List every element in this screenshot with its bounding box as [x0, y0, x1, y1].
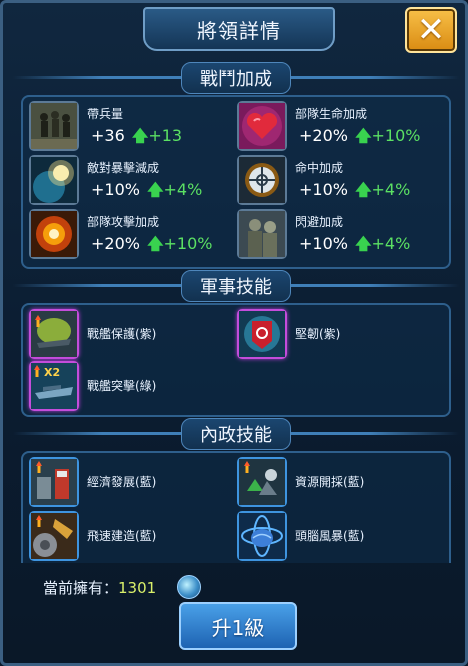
- explosion-icon: [29, 209, 79, 259]
- mining-icon: [237, 457, 287, 507]
- combat-section-header: 戰鬥加成: [13, 61, 459, 95]
- combat-entry-value: +10%: [91, 180, 140, 199]
- details-scroll-area[interactable]: 戰鬥加成 帶兵量 +36 🡅+13 部隊生命加成 +20% 🡅+10% 敵對暴擊…: [13, 61, 459, 563]
- civil-skills-panel: 經濟發展(藍) 資源開採(藍) 飛速建造(藍) 頭腦風暴(藍): [21, 451, 451, 563]
- battleship-x2-icon: X2: [29, 361, 79, 411]
- combat-entry-value-row: +20% 🡅+10%: [91, 233, 212, 260]
- owned-label: 當前擁有：: [43, 579, 119, 597]
- combat-entry-name: 命中加成: [295, 161, 344, 175]
- crosshair-icon: [237, 155, 287, 205]
- combat-entry-value: +36: [91, 126, 125, 145]
- civil-section-title: 內政技能: [181, 418, 291, 450]
- combat-entry-name: 部隊攻擊加成: [87, 215, 160, 229]
- skill-brainstorm[interactable]: 頭腦風暴(藍): [237, 511, 437, 563]
- heart-icon: [237, 101, 287, 151]
- combat-entry-name: 閃避加成: [295, 215, 344, 229]
- general-details-window: 將領詳情 ✕ 戰鬥加成 帶兵量 +36 🡅+13 部隊生命加成 +20% 🡅+1: [0, 0, 468, 666]
- combat-entry-bonus: +10%: [163, 234, 213, 253]
- combat-entry-bonus: +4%: [371, 234, 411, 253]
- combat-entry-value: +10%: [299, 180, 348, 199]
- military-skills-panel: 戰艦保護(紫) 堅韌(紫) X2 戰艦突擊(綠): [21, 303, 451, 417]
- skill-name: 頭腦風暴(藍): [295, 529, 365, 543]
- battleship-shield-icon: [29, 309, 79, 359]
- combat-entry-bonus: +10%: [371, 126, 421, 145]
- military-section-header: 軍事技能: [13, 269, 459, 303]
- skill-battleship-assault[interactable]: X2 戰艦突擊(綠): [29, 361, 229, 413]
- skill-resource-mining[interactable]: 資源開採(藍): [237, 457, 437, 509]
- close-button[interactable]: ✕: [405, 7, 457, 53]
- skill-name: 堅韌(紫): [295, 327, 341, 341]
- up-arrow-icon: 🡅: [147, 234, 164, 253]
- combat-entry-value-row: +36 🡅+13: [91, 125, 182, 152]
- military-section-title: 軍事技能: [181, 270, 291, 302]
- combat-entry-name: 敵對暴擊減成: [87, 161, 160, 175]
- troops-icon: [29, 101, 79, 151]
- skill-battleship-protection[interactable]: 戰艦保護(紫): [29, 309, 229, 361]
- combat-entry-evasion: 閃避加成 +10% 🡅+4%: [237, 209, 437, 261]
- combat-entry-bonus: +13: [148, 126, 183, 145]
- combat-entry-bonus: +4%: [163, 180, 203, 199]
- up-arrow-icon: 🡅: [355, 126, 372, 145]
- window-title: 將領詳情: [197, 18, 281, 43]
- skill-name: 飛速建造(藍): [87, 529, 157, 543]
- combat-entry-unit-attack: 部隊攻擊加成 +20% 🡅+10%: [29, 209, 229, 261]
- combat-entry-value: +20%: [91, 234, 140, 253]
- combat-entry-unit-health: 部隊生命加成 +20% 🡅+10%: [237, 101, 437, 153]
- skill-rapid-construction[interactable]: 飛速建造(藍): [29, 511, 229, 563]
- combat-entry-hit-rate: 命中加成 +10% 🡅+4%: [237, 155, 437, 207]
- combat-entry-bonus: +4%: [371, 180, 411, 199]
- up-arrow-icon: 🡅: [355, 234, 372, 253]
- combat-bonus-panel: 帶兵量 +36 🡅+13 部隊生命加成 +20% 🡅+10% 敵對暴擊減成 +1…: [21, 95, 451, 269]
- skill-toughness[interactable]: 堅韌(紫): [237, 309, 437, 361]
- skill-name: 戰艦保護(紫): [87, 327, 157, 341]
- combat-entry-value-row: +20% 🡅+10%: [299, 125, 420, 152]
- close-icon: ✕: [416, 10, 446, 50]
- up-arrow-icon: 🡅: [131, 126, 149, 145]
- up-arrow-icon: 🡅: [355, 180, 372, 199]
- combat-entry-name: 部隊生命加成: [295, 107, 368, 121]
- skill-name: 戰艦突擊(綠): [87, 379, 157, 393]
- upgrade-button[interactable]: 升1級: [179, 602, 297, 650]
- combat-entry-value-row: +10% 🡅+4%: [91, 179, 202, 206]
- window-title-bar: 將領詳情: [143, 7, 335, 51]
- economy-icon: [29, 457, 79, 507]
- owned-amount-row: 當前擁有：1301: [43, 577, 156, 598]
- brain-icon: [237, 511, 287, 561]
- medal-icon: [177, 575, 201, 599]
- owned-value: 1301: [118, 579, 157, 597]
- skill-name: 資源開採(藍): [295, 475, 365, 489]
- skill-economic-development[interactable]: 經濟發展(藍): [29, 457, 229, 509]
- svg-text:X2: X2: [44, 366, 60, 379]
- soldiers-icon: [237, 209, 287, 259]
- combat-entry-troop-capacity: 帶兵量 +36 🡅+13: [29, 101, 229, 153]
- planet-blast-icon: [29, 155, 79, 205]
- skill-name: 經濟發展(藍): [87, 475, 157, 489]
- combat-section-title: 戰鬥加成: [181, 62, 291, 94]
- upgrade-button-label: 升1級: [211, 615, 265, 640]
- combat-entry-value: +20%: [299, 126, 348, 145]
- combat-entry-name: 帶兵量: [87, 107, 124, 121]
- combat-entry-value-row: +10% 🡅+4%: [299, 233, 410, 260]
- civil-section-header: 內政技能: [13, 417, 459, 451]
- combat-entry-value-row: +10% 🡅+4%: [299, 179, 410, 206]
- up-arrow-icon: 🡅: [147, 180, 164, 199]
- target-armor-icon: [237, 309, 287, 359]
- combat-entry-enemy-crit-reduction: 敵對暴擊減成 +10% 🡅+4%: [29, 155, 229, 207]
- construction-icon: [29, 511, 79, 561]
- combat-entry-value: +10%: [299, 234, 348, 253]
